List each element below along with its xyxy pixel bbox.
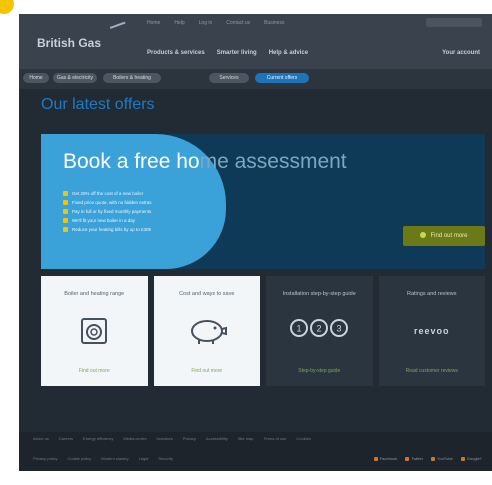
hero-banner: Book a free home assessment Get 20% off … bbox=[41, 134, 485, 269]
footer-legal-links: Privacy policy Cookie policy Modern slav… bbox=[33, 456, 173, 461]
footer-link[interactable]: About us bbox=[33, 436, 49, 441]
tab-services[interactable]: Services bbox=[209, 73, 249, 83]
footer-link[interactable]: Site map bbox=[238, 436, 254, 441]
card-ratings-reviews[interactable]: Ratings and reviews reevoo Read customer… bbox=[378, 276, 485, 386]
tick-icon bbox=[63, 209, 68, 214]
tab-current-offers[interactable]: Current offers bbox=[255, 73, 309, 83]
bullet-text: Get 20% off the cost of a new boiler bbox=[72, 191, 144, 196]
footer-link[interactable]: Energy efficiency bbox=[83, 436, 113, 441]
step-number: 2 bbox=[317, 324, 322, 334]
bullet-text: Fixed price quote, with no hidden extras bbox=[72, 200, 152, 205]
social-link-facebook[interactable]: Facebook bbox=[373, 456, 398, 461]
social-label: YouTube bbox=[437, 456, 453, 461]
flame-icon bbox=[109, 21, 129, 37]
social-label: Google+ bbox=[466, 456, 482, 461]
bullet-text: We'll fit your new boiler in a day bbox=[72, 218, 136, 223]
top-link[interactable]: Log in bbox=[199, 20, 213, 26]
top-link[interactable]: Home bbox=[147, 20, 160, 26]
site-footer: About us Careers Energy efficiency Media… bbox=[19, 432, 492, 471]
footer-link[interactable]: Careers bbox=[59, 436, 73, 441]
hero-title-part: me assessment bbox=[199, 150, 347, 173]
card-link[interactable]: Read customer reviews bbox=[385, 368, 480, 374]
tick-icon bbox=[63, 191, 68, 196]
list-item: Pay in full or by fixed monthly payments bbox=[63, 207, 152, 216]
social-links: Facebook Twitter YouTube Google+ bbox=[373, 456, 482, 461]
hero-bullets: Get 20% off the cost of a new boiler Fix… bbox=[63, 189, 152, 234]
top-link[interactable]: Business bbox=[264, 20, 284, 26]
card-link[interactable]: Find out more bbox=[160, 368, 255, 374]
footer-link[interactable]: Investors bbox=[157, 436, 173, 441]
list-item: Fixed price quote, with no hidden extras bbox=[63, 198, 152, 207]
list-item: We'll fit your new boiler in a day bbox=[63, 216, 152, 225]
footer-link[interactable]: Terms of use bbox=[264, 436, 287, 441]
washing-machine-icon bbox=[81, 318, 108, 344]
step-number: 1 bbox=[297, 324, 302, 334]
footer-link[interactable]: Cookie policy bbox=[67, 456, 91, 461]
footer-link[interactable]: Media centre bbox=[123, 436, 146, 441]
social-link-twitter[interactable]: Twitter bbox=[405, 456, 423, 461]
footer-link[interactable]: Security bbox=[158, 456, 172, 461]
nav-item-products[interactable]: Products & services bbox=[147, 50, 205, 56]
nav-item-help[interactable]: Help & advice bbox=[269, 50, 308, 56]
account-link[interactable]: Your account bbox=[442, 50, 480, 56]
reevoo-icon: reevoo bbox=[413, 326, 450, 336]
card-title: Boiler and heating range bbox=[64, 291, 125, 297]
google-plus-icon bbox=[460, 456, 465, 461]
card-link[interactable]: Find out more bbox=[47, 368, 142, 374]
bullet-text: Pay in full or by fixed monthly payments bbox=[72, 209, 152, 214]
list-item: Get 20% off the cost of a new boiler bbox=[63, 189, 152, 198]
list-item: Reduce your heating bills by up to £305 bbox=[63, 225, 152, 234]
tick-icon bbox=[63, 200, 68, 205]
bullet-text: Reduce your heating bills by up to £305 bbox=[72, 227, 152, 232]
browser-frame: British Gas Home Help Log in Contact us … bbox=[19, 14, 492, 471]
footer-link[interactable]: Legal bbox=[139, 456, 149, 461]
card-title: Ratings and reviews bbox=[406, 291, 457, 297]
footer-link[interactable]: Cookies bbox=[296, 436, 310, 441]
site-header: British Gas Home Help Log in Contact us … bbox=[19, 14, 492, 69]
page-title: Our latest offers bbox=[41, 96, 155, 113]
logo[interactable]: British Gas bbox=[37, 36, 101, 50]
footer-link[interactable]: Modern slavery bbox=[101, 456, 128, 461]
social-label: Facebook bbox=[379, 456, 398, 461]
footer-link[interactable]: Privacy bbox=[183, 436, 196, 441]
tab-gas-electricity[interactable]: Gas & electricity bbox=[53, 73, 97, 83]
piggy-bank-icon bbox=[190, 320, 227, 344]
find-out-more-button[interactable]: Find out more bbox=[403, 226, 485, 246]
footer-links: About us Careers Energy efficiency Media… bbox=[33, 436, 311, 441]
sub-nav-tabs: Home Gas & electricity Boilers & heating… bbox=[19, 69, 492, 89]
feature-cards: Boiler and heating range Find out more C… bbox=[41, 276, 485, 386]
card-link[interactable]: Step-by-step guide bbox=[272, 368, 367, 374]
steps-icon: 1 2 3 bbox=[290, 319, 349, 337]
top-links: Home Help Log in Contact us Business bbox=[147, 20, 284, 26]
step-number: 3 bbox=[337, 324, 342, 334]
card-installation-guide[interactable]: Installation step-by-step guide 1 2 3 St… bbox=[266, 276, 373, 386]
top-link[interactable]: Contact us bbox=[226, 20, 250, 26]
arrow-icon bbox=[420, 232, 427, 239]
hero-title: Book a free home assessment bbox=[63, 150, 347, 174]
youtube-icon bbox=[431, 456, 436, 461]
footer-link[interactable]: Accessibility bbox=[206, 436, 228, 441]
search-input[interactable] bbox=[426, 18, 482, 27]
twitter-icon bbox=[405, 456, 410, 461]
social-link-google[interactable]: Google+ bbox=[460, 456, 482, 461]
footer-link[interactable]: Privacy policy bbox=[33, 456, 57, 461]
tab-boilers[interactable]: Boilers & heating bbox=[103, 73, 161, 83]
card-cost-save[interactable]: Cost and ways to save Find out more bbox=[153, 276, 260, 386]
tick-icon bbox=[63, 227, 68, 232]
facebook-icon bbox=[373, 456, 378, 461]
social-link-youtube[interactable]: YouTube bbox=[431, 456, 453, 461]
social-label: Twitter bbox=[411, 456, 424, 461]
top-link[interactable]: Help bbox=[174, 20, 184, 26]
hero-title-part: Book a free ho bbox=[63, 150, 200, 173]
tick-icon bbox=[63, 218, 68, 223]
card-title: Installation step-by-step guide bbox=[282, 291, 356, 297]
nav-item-smarter-living[interactable]: Smarter living bbox=[217, 50, 257, 56]
card-boiler-range[interactable]: Boiler and heating range Find out more bbox=[41, 276, 148, 386]
tab-home[interactable]: Home bbox=[23, 73, 49, 83]
cta-label: Find out more bbox=[430, 233, 468, 239]
corner-badge bbox=[0, 0, 14, 14]
card-title: Cost and ways to save bbox=[179, 291, 235, 297]
main-nav: Products & services Smarter living Help … bbox=[147, 50, 308, 56]
